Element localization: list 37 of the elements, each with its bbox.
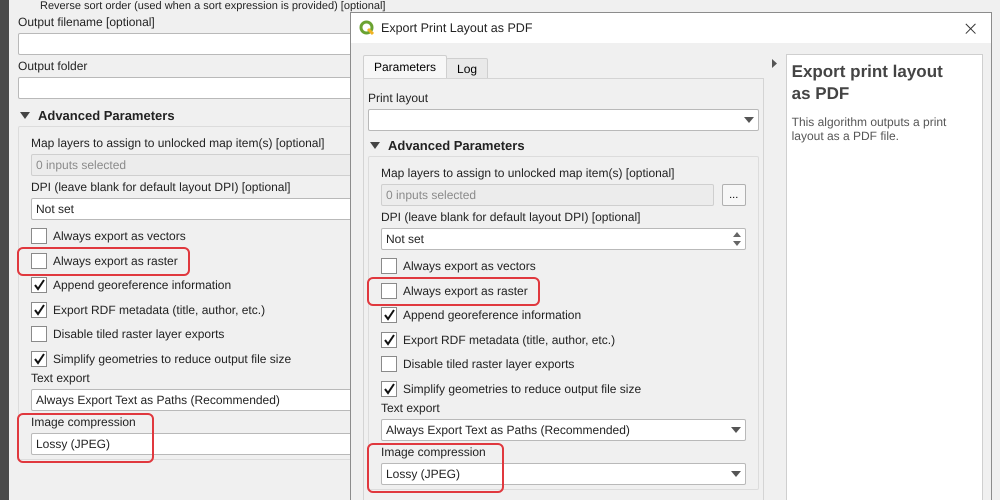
field-label: Text export xyxy=(31,371,90,385)
field-label: DPI (leave blank for default layout DPI) [optional] xyxy=(31,180,290,194)
dropdown[interactable]: Lossy (JPEG) xyxy=(381,463,746,485)
help-title: Export print layout as PDF xyxy=(792,61,944,105)
input-field[interactable]: 0 inputs selected xyxy=(381,184,714,206)
field-label: Text export xyxy=(381,401,440,415)
section-header: Advanced Parameters xyxy=(388,138,525,152)
checkbox-label: Always export as vectors xyxy=(53,229,186,244)
field-label: Map layers to assign to unlocked map item(s) [optional] xyxy=(381,166,674,180)
field-label: Image compression xyxy=(31,415,136,429)
field-label: DPI (leave blank for default layout DPI) [optional] xyxy=(381,210,640,224)
field-label: Map layers to assign to unlocked map item(s) [optional] xyxy=(31,136,324,150)
checkbox-label: Append georeference information xyxy=(53,278,232,292)
checkbox-label: Always export as raster xyxy=(403,284,528,298)
section-header: Advanced Parameters xyxy=(38,108,175,122)
window-title: Export Print Layout as PDF xyxy=(381,21,532,35)
checkbox-label: Simplify geometries to reduce output file size xyxy=(53,352,292,366)
checkbox-label: Export RDF metadata (title, author, etc.) xyxy=(53,302,266,317)
checkbox-label: Simplify geometries to reduce output file size xyxy=(403,382,642,396)
field-label: Output folder xyxy=(18,59,88,73)
help-text: This algorithm outputs a print layout as a PDF file. xyxy=(792,115,948,143)
close-button[interactable]: × xyxy=(958,18,983,38)
checkbox-label: Always export as raster xyxy=(53,254,178,268)
checkbox-label: Disable tiled raster layer exports xyxy=(53,327,224,342)
checkbox-label: Always export as vectors xyxy=(403,259,536,274)
spin-field[interactable]: Not set xyxy=(381,228,746,250)
checkbox-label: Disable tiled raster layer exports xyxy=(403,357,574,372)
tab[interactable]: Log xyxy=(446,58,488,78)
field-label: Image compression xyxy=(381,445,486,459)
tab[interactable]: Parameters xyxy=(363,55,448,78)
browse-button[interactable]: ... xyxy=(722,184,746,206)
dropdown[interactable]: Always Export Text as Paths (Recommended) xyxy=(381,419,746,441)
checkbox-label: Append georeference information xyxy=(403,308,582,322)
option-label: Reverse sort order (used when a sort expression is provided) [optional] xyxy=(40,0,386,13)
field-label: Print layout xyxy=(368,91,428,105)
field-label: Output filename [optional] xyxy=(18,15,155,29)
checkbox-label: Export RDF metadata (title, author, etc.) xyxy=(403,332,616,347)
